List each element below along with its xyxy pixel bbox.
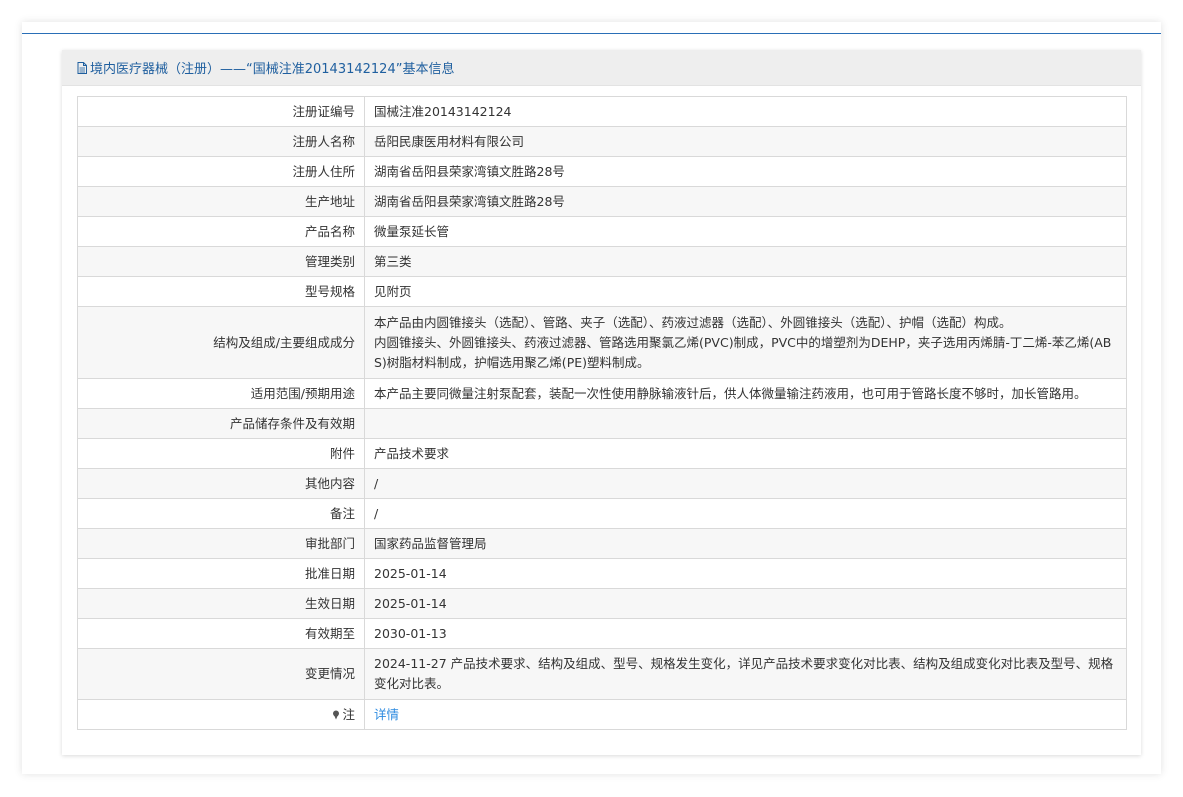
row-label: 注	[77, 699, 365, 730]
table-row: 管理类别 第三类	[77, 246, 1127, 277]
row-label: 有效期至	[77, 618, 365, 649]
table-row: 生产地址 湖南省岳阳县荣家湾镇文胜路28号	[77, 186, 1127, 217]
row-value	[364, 408, 1127, 439]
row-label: 适用范围/预期用途	[77, 378, 365, 409]
row-label: 注册证编号	[77, 96, 365, 127]
row-value: 国械注准20143142124	[364, 96, 1127, 127]
row-value: 2024-11-27 产品技术要求、结构及组成、型号、规格发生变化，详见产品技术…	[364, 648, 1127, 700]
row-label: 型号规格	[77, 276, 365, 307]
details-link[interactable]: 详情	[374, 707, 399, 722]
info-panel: 境内医疗器械（注册）——“国械注准20143142124”基本信息 注册证编号 …	[62, 50, 1141, 755]
note-label: 注	[342, 706, 355, 722]
row-value: 产品技术要求	[364, 438, 1127, 469]
row-value: 湖南省岳阳县荣家湾镇文胜路28号	[364, 186, 1127, 217]
value-line: 本产品由内圆锥接头（选配）、管路、夹子（选配）、药液过滤器（选配）、外圆锥接头（…	[374, 314, 1012, 330]
row-value: 国家药品监督管理局	[364, 528, 1127, 559]
table-row: 产品名称 微量泵延长管	[77, 216, 1127, 247]
row-label: 审批部门	[77, 528, 365, 559]
row-label: 变更情况	[77, 648, 365, 700]
info-table: 注册证编号 国械注准20143142124 注册人名称 岳阳民康医用材料有限公司…	[77, 96, 1127, 730]
row-value: 本产品主要同微量注射泵配套，装配一次性使用静脉输液针后，供人体微量输注药液用，也…	[364, 378, 1127, 409]
row-value: 2025-01-14	[364, 588, 1127, 619]
row-label: 产品名称	[77, 216, 365, 247]
row-label: 生效日期	[77, 588, 365, 619]
value-line: 内圆锥接头、外圆锥接头、药液过滤器、管路选用聚氯乙烯(PVC)制成，PVC中的增…	[374, 334, 1112, 350]
row-value: 2025-01-14	[364, 558, 1127, 589]
table-row: 附件 产品技术要求	[77, 438, 1127, 469]
row-value: 湖南省岳阳县荣家湾镇文胜路28号	[364, 156, 1127, 187]
row-value: /	[364, 498, 1127, 529]
row-value: 详情	[364, 699, 1127, 730]
table-row: 产品储存条件及有效期	[77, 408, 1127, 439]
row-value: 岳阳民康医用材料有限公司	[364, 126, 1127, 157]
table-row: 其他内容 /	[77, 468, 1127, 499]
table-row: 变更情况 2024-11-27 产品技术要求、结构及组成、型号、规格发生变化，详…	[77, 648, 1127, 700]
row-label: 注册人住所	[77, 156, 365, 187]
page-container: 境内医疗器械（注册）——“国械注准20143142124”基本信息 注册证编号 …	[22, 22, 1161, 774]
row-value: 2030-01-13	[364, 618, 1127, 649]
table-row: 注册证编号 国械注准20143142124	[77, 96, 1127, 127]
table-row: 生效日期 2025-01-14	[77, 588, 1127, 619]
pin-icon	[332, 706, 340, 719]
table-row: 有效期至 2030-01-13	[77, 618, 1127, 649]
row-label: 附件	[77, 438, 365, 469]
value-line: 2024-11-27 产品技术要求、结构及组成、型号、规格发生变化，详见产品技术…	[374, 656, 1114, 671]
row-label: 批准日期	[77, 558, 365, 589]
page-title: 境内医疗器械（注册）——“国械注准20143142124”基本信息	[90, 62, 455, 77]
row-value: 微量泵延长管	[364, 216, 1127, 247]
row-value: /	[364, 468, 1127, 499]
row-value: 本产品由内圆锥接头（选配）、管路、夹子（选配）、药液过滤器（选配）、外圆锥接头（…	[364, 306, 1127, 379]
value-line: S)树脂材料制成，护帽选用聚乙烯(PE)塑料制成。	[374, 354, 650, 370]
table-row: 注 详情	[77, 699, 1127, 730]
table-row: 结构及组成/主要组成成分 本产品由内圆锥接头（选配）、管路、夹子（选配）、药液过…	[77, 306, 1127, 379]
table-row: 适用范围/预期用途 本产品主要同微量注射泵配套，装配一次性使用静脉输液针后，供人…	[77, 378, 1127, 409]
row-label: 产品储存条件及有效期	[77, 408, 365, 439]
panel-header: 境内医疗器械（注册）——“国械注准20143142124”基本信息	[62, 50, 1141, 86]
row-label: 结构及组成/主要组成成分	[77, 306, 365, 379]
table-row: 批准日期 2025-01-14	[77, 558, 1127, 589]
table-row: 审批部门 国家药品监督管理局	[77, 528, 1127, 559]
top-divider	[22, 33, 1161, 34]
document-icon	[77, 61, 87, 74]
row-value: 第三类	[364, 246, 1127, 277]
row-label: 生产地址	[77, 186, 365, 217]
row-label: 注册人名称	[77, 126, 365, 157]
table-row: 注册人名称 岳阳民康医用材料有限公司	[77, 126, 1127, 157]
table-row: 型号规格 见附页	[77, 276, 1127, 307]
row-label: 备注	[77, 498, 365, 529]
table-row: 注册人住所 湖南省岳阳县荣家湾镇文胜路28号	[77, 156, 1127, 187]
value-line: 变化对比表。	[374, 676, 450, 691]
row-label: 其他内容	[77, 468, 365, 499]
table-row: 备注 /	[77, 498, 1127, 529]
row-label: 管理类别	[77, 246, 365, 277]
row-value: 见附页	[364, 276, 1127, 307]
